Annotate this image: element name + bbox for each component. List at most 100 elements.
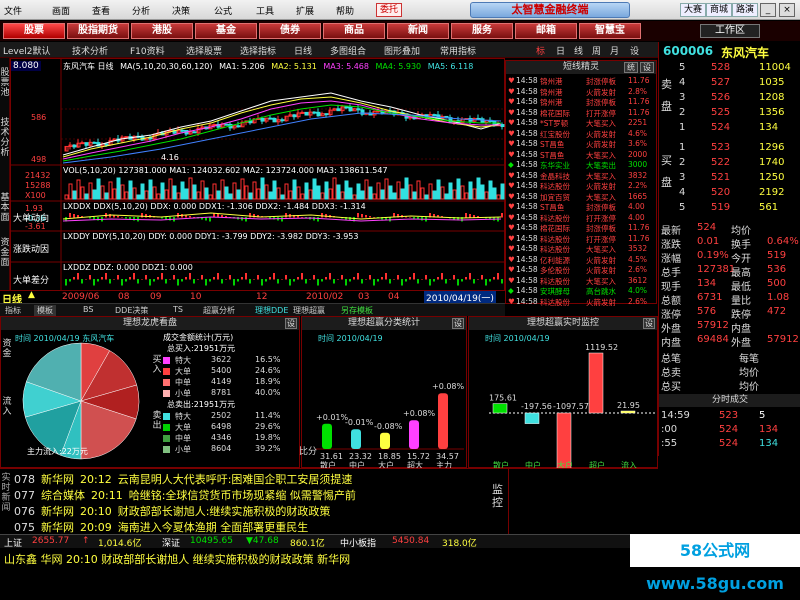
- spirit-row[interactable]: ♥ 14:58 ST昌鱼 火箭发射 3.6%: [508, 139, 656, 149]
- nav-zhihuibao[interactable]: 智慧宝: [579, 23, 641, 39]
- menu-look[interactable]: 查看: [92, 4, 110, 17]
- ddz-bar: [221, 279, 223, 284]
- spirit-row[interactable]: ♥ 14:58 棉花国际 封涨停板 11.76: [508, 223, 656, 233]
- daily-button[interactable]: 日: [556, 44, 565, 57]
- menu-file[interactable]: 文件: [4, 4, 22, 17]
- menu-decision[interactable]: 决策: [172, 4, 190, 17]
- weekly-button[interactable]: 周: [592, 44, 601, 57]
- link-contest[interactable]: 大赛: [680, 3, 707, 17]
- spirit-row[interactable]: ◆ 14:58 东华实业 大笔卖出 3000: [508, 160, 656, 170]
- link-roadshow[interactable]: 路演: [732, 3, 759, 17]
- nav-funds[interactable]: 基金: [195, 23, 257, 39]
- multi-chart-button[interactable]: 多图组合: [330, 44, 366, 57]
- spirit-row[interactable]: ♥ 14:58 ST昌鱼 封涨停板 4.00: [508, 202, 656, 212]
- buy-level-row[interactable]: 5 519 561: [659, 202, 800, 214]
- menu-tools[interactable]: 工具: [256, 4, 274, 17]
- line-button[interactable]: 线: [574, 44, 583, 57]
- sell-level-row[interactable]: 5 528 11004: [659, 62, 800, 74]
- spirit-value: 2000: [628, 149, 648, 159]
- spirit-row[interactable]: ♥ 14:58 亿利能源 火箭发射 4.5%: [508, 255, 656, 265]
- tab-ideal-dde[interactable]: 理想DDE: [252, 305, 291, 316]
- sell-level-row[interactable]: 4 527 1035: [659, 77, 800, 89]
- tab-save-template[interactable]: 另存模板: [338, 305, 376, 316]
- sell-level-row[interactable]: 3 526 1208: [659, 92, 800, 104]
- tab-ts[interactable]: TS: [170, 305, 186, 314]
- nav-news[interactable]: 新闻: [387, 23, 449, 39]
- spirit-stock: 金晶科技: [540, 171, 570, 181]
- spirit-row[interactable]: ♥ 14:58 锦州港 封涨停板 11.76: [508, 76, 656, 86]
- spirit-row[interactable]: ♥ 14:58 多伦股份 火箭发射 2.6%: [508, 265, 656, 275]
- period-select[interactable]: 日线: [294, 44, 312, 57]
- buy-level-row[interactable]: 2 522 1740: [659, 157, 800, 169]
- panel3-settings-button[interactable]: 设: [643, 318, 655, 329]
- tech-analysis-button[interactable]: 技术分析: [72, 44, 108, 57]
- panel1-settings-button[interactable]: 设: [285, 318, 297, 329]
- tab-chaoying[interactable]: 超赢分析: [200, 305, 238, 316]
- tab-dde-decision[interactable]: DDE决策: [112, 305, 151, 316]
- nav-hk-stocks[interactable]: 港股: [131, 23, 193, 39]
- spirit-settings-button[interactable]: 设: [640, 62, 654, 73]
- nav-commodities[interactable]: 商品: [323, 23, 385, 39]
- volume-bar: [120, 184, 125, 200]
- tab-template[interactable]: 模板: [34, 305, 56, 316]
- nav-bonds[interactable]: 债券: [259, 23, 321, 39]
- buy-level-row[interactable]: 4 520 2192: [659, 187, 800, 199]
- mark-button[interactable]: 标: [536, 44, 545, 57]
- menu-help[interactable]: 帮助: [336, 4, 354, 17]
- nav-index-futures[interactable]: 股指期货: [67, 23, 129, 39]
- level-price: 526: [711, 92, 731, 103]
- spirit-row[interactable]: ♥ 14:58 科达股份 火箭发射 2.6%: [508, 297, 656, 307]
- overlay-button[interactable]: 图形叠加: [384, 44, 420, 57]
- menu-extend[interactable]: 扩展: [296, 4, 314, 17]
- spirit-row[interactable]: ♥ 14:58 锦州港 火箭发射 2.8%: [508, 87, 656, 97]
- sell-level-row[interactable]: 1 524 134: [659, 122, 800, 134]
- link-mall[interactable]: 商城: [706, 3, 733, 17]
- color-swatch: [163, 368, 170, 375]
- spirit-row[interactable]: ♥ 14:58 金晶科技 大笔买入 3832: [508, 171, 656, 181]
- kline-chart-area[interactable]: 东风汽车 日线 MA(5,10,20,30,60,120) MA1: 5.206…: [10, 58, 506, 303]
- tab-indicator[interactable]: 指标: [2, 305, 24, 316]
- spirit-row[interactable]: ♥ 14:58 科达股份 打开涨停 11.76: [508, 234, 656, 244]
- buy-level-row[interactable]: 3 521 1250: [659, 172, 800, 184]
- close-icon[interactable]: ×: [779, 3, 795, 17]
- tab-ideal-chaoying[interactable]: 理想超赢: [290, 305, 328, 316]
- menu-view[interactable]: 画面: [52, 4, 70, 17]
- monthly-button[interactable]: 月: [610, 44, 619, 57]
- spirit-row[interactable]: ♥ 14:58 科达股份 打开涨停 4.00: [508, 213, 656, 223]
- spirit-row[interactable]: ♥ 14:58 *ST罗顿 大笔买入 2251: [508, 118, 656, 128]
- f10-button[interactable]: F10资料: [130, 44, 165, 57]
- workzone-button[interactable]: 工作区: [700, 24, 760, 38]
- select-stock-button[interactable]: 选择股票: [186, 44, 222, 57]
- triangle-icon[interactable]: ▲: [28, 290, 35, 300]
- level-volume: 11004: [759, 62, 791, 73]
- minimize-icon[interactable]: _: [760, 3, 776, 17]
- layout-select[interactable]: Level2默认: [3, 44, 50, 57]
- spirit-row[interactable]: ♥ 14:58 科达股份 大笔买入 3532: [508, 244, 656, 254]
- menu-formula[interactable]: 公式: [214, 4, 232, 17]
- buy-level-row[interactable]: 1 523 1296: [659, 142, 800, 154]
- panel2-settings-button[interactable]: 设: [452, 318, 464, 329]
- spirit-row[interactable]: ◆ 14:58 安琪酵母 高台跳水 4.0%: [508, 286, 656, 296]
- nav-mail[interactable]: 邮箱: [515, 23, 577, 39]
- news-item[interactable]: 076 新华网 20:10 财政部部长谢旭人:继续实施积极的财政政策: [14, 503, 336, 518]
- spirit-row[interactable]: ♥ 14:58 棉花国际 打开涨停 11.76: [508, 108, 656, 118]
- nav-service[interactable]: 服务: [451, 23, 513, 39]
- select-indicator-button[interactable]: 选择指标: [240, 44, 276, 57]
- spirit-row[interactable]: ♥ 14:58 加宜百贸 大笔买入 1665: [508, 192, 656, 202]
- settings-button[interactable]: 设: [630, 44, 639, 57]
- spirit-row[interactable]: ♥ 14:58 红宝股份 火箭发射 4.6%: [508, 129, 656, 139]
- spirit-row[interactable]: ♥ 14:58 ST昌鱼 大笔买入 2000: [508, 150, 656, 160]
- weituo-button[interactable]: 委托: [376, 3, 403, 17]
- sell-level-row[interactable]: 2 525 1356: [659, 107, 800, 119]
- news-item[interactable]: 078 新华网 20:12 云南昆明人大代表呼吁:困难国企职工安居须提速: [14, 471, 358, 486]
- news-item[interactable]: 077 综合媒体 20:11 哈继铭:全球信贷货币市场现紧缩 似需警惕产前: [14, 487, 362, 502]
- spirit-stat-button[interactable]: 统: [624, 62, 638, 73]
- spirit-row[interactable]: ♥ 14:58 科达股份 火箭发射 2.2%: [508, 181, 656, 191]
- menu-analysis[interactable]: 分析: [132, 4, 150, 17]
- spirit-row[interactable]: ♥ 14:58 锦州港 封涨停板 11.76: [508, 97, 656, 107]
- common-indicator-button[interactable]: 常用指标: [440, 44, 476, 57]
- news-item[interactable]: 075 新华网 20:09 海南进入今夏体渔期 全面部署更重民生: [14, 519, 314, 534]
- spirit-row[interactable]: ♥ 14:58 科达股份 大笔买入 3612: [508, 276, 656, 286]
- tab-bs[interactable]: BS: [80, 305, 96, 314]
- nav-stocks[interactable]: 股票: [3, 23, 65, 39]
